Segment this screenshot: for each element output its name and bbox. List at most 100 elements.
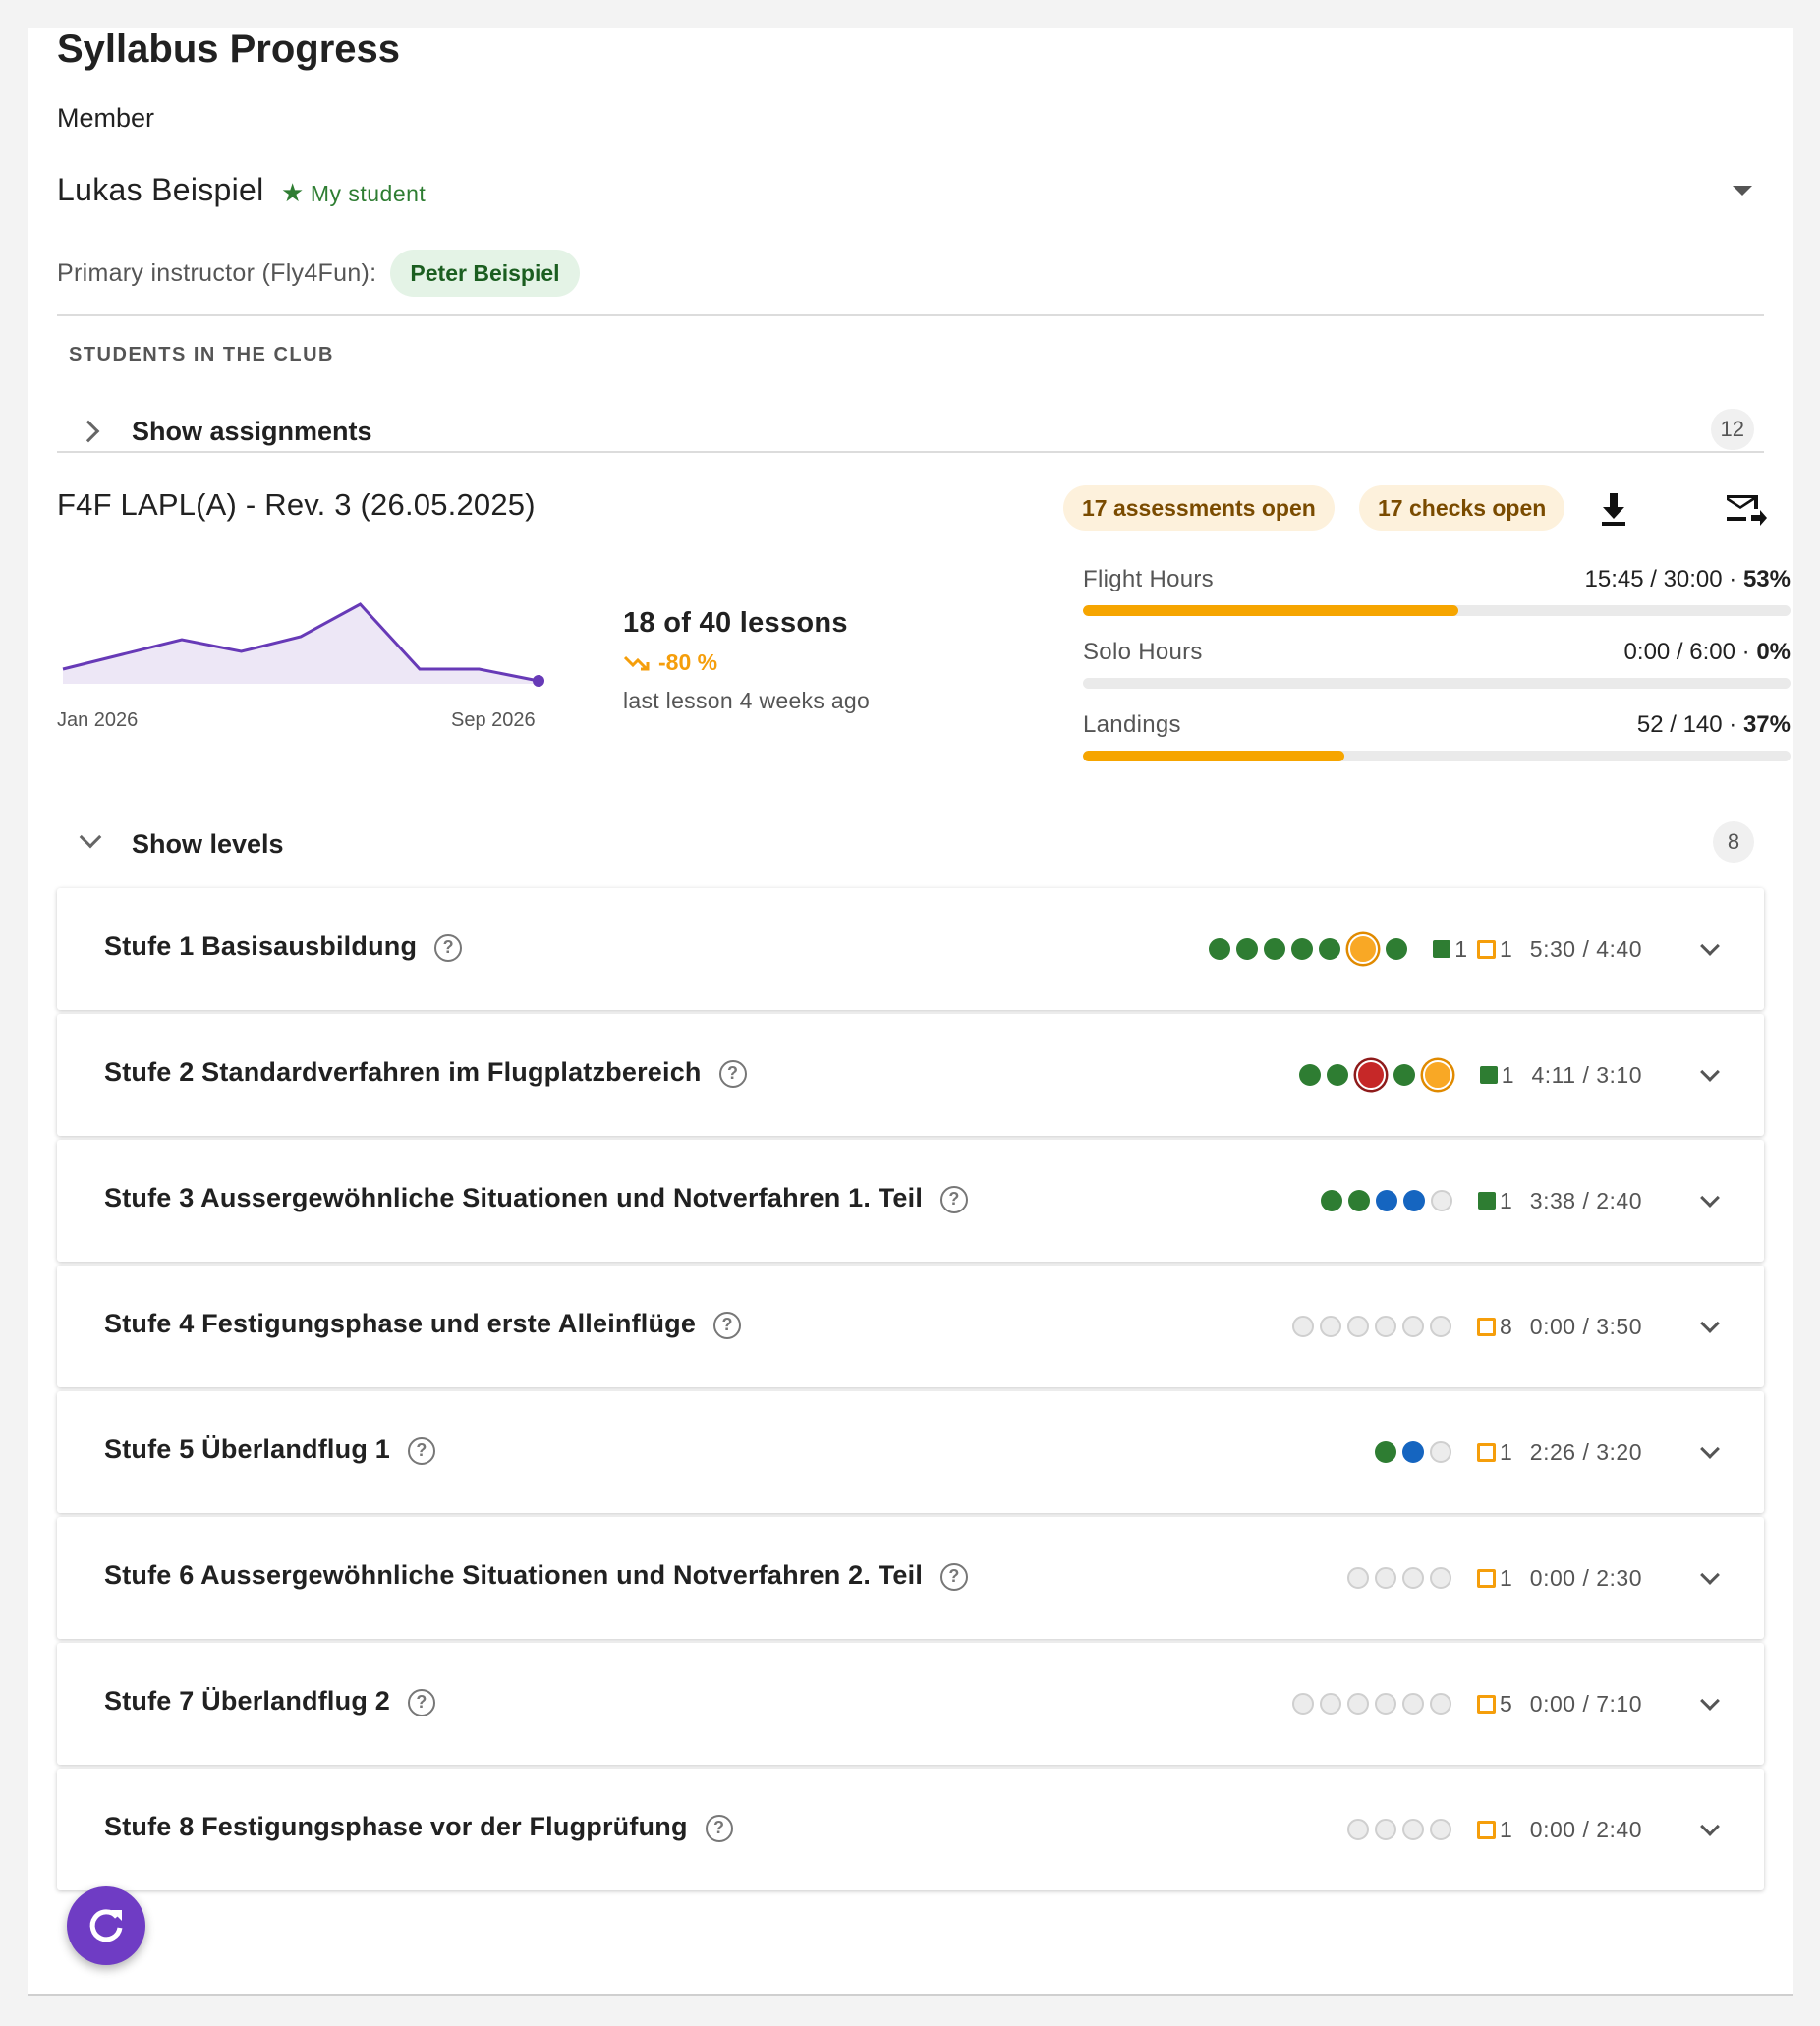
lesson-status-dot bbox=[1347, 1819, 1369, 1840]
lesson-status-dot bbox=[1375, 1693, 1396, 1715]
chevron-down-icon[interactable] bbox=[1700, 1565, 1720, 1585]
chevron-down-icon[interactable] bbox=[1700, 1691, 1720, 1711]
assessments-open-chip[interactable]: 17 assessments open bbox=[1063, 485, 1335, 531]
metric-value: 0:00 / 6:00 · 0% bbox=[1623, 639, 1791, 665]
level-title: Stufe 7 Überlandflug 2? bbox=[104, 1686, 435, 1716]
level-time: 0:00 / 2:40 bbox=[1529, 1816, 1642, 1842]
lesson-status-dot bbox=[1375, 1316, 1396, 1337]
metric-label: Landings bbox=[1083, 711, 1181, 738]
forward-email-icon[interactable] bbox=[1722, 485, 1769, 533]
lesson-status-dot bbox=[1319, 938, 1341, 960]
chevron-down-icon[interactable] bbox=[1700, 936, 1720, 956]
progress-bar bbox=[1083, 605, 1791, 616]
open-check-icon bbox=[1477, 1820, 1496, 1839]
level-row[interactable]: Stufe 6 Aussergewöhnliche Situationen un… bbox=[57, 1517, 1764, 1639]
help-icon[interactable]: ? bbox=[434, 933, 463, 962]
lesson-status-dot bbox=[1403, 1190, 1425, 1211]
help-icon[interactable]: ? bbox=[940, 1562, 969, 1591]
lesson-status-dot bbox=[1298, 1064, 1321, 1086]
level-status: 1 3:38 / 2:40 bbox=[1315, 1181, 1642, 1220]
show-assignments-toggle[interactable]: Show assignments 12 bbox=[57, 407, 1764, 456]
chevron-down-icon[interactable] bbox=[1700, 1062, 1720, 1082]
lesson-status-dot bbox=[1264, 938, 1286, 960]
lesson-status-dot bbox=[1431, 1190, 1452, 1211]
show-levels-toggle[interactable]: Show levels 8 bbox=[57, 819, 1764, 869]
levels-count-badge: 8 bbox=[1713, 821, 1754, 863]
level-title: Stufe 8 Festigungsphase vor der Flugprüf… bbox=[104, 1812, 733, 1842]
instructor-chip[interactable]: Peter Beispiel bbox=[390, 250, 580, 297]
lesson-status-dot bbox=[1402, 1693, 1424, 1715]
dropdown-arrow-icon[interactable] bbox=[1733, 186, 1752, 196]
completed-check-icon bbox=[1433, 940, 1451, 958]
level-title: Stufe 6 Aussergewöhnliche Situationen un… bbox=[104, 1560, 969, 1591]
completed-check-icon bbox=[1479, 1066, 1498, 1084]
help-icon[interactable]: ? bbox=[940, 1185, 969, 1213]
chevron-down-icon[interactable] bbox=[1700, 1314, 1720, 1333]
trending-down-icon bbox=[623, 655, 650, 670]
level-row[interactable]: Stufe 4 Festigungsphase und erste Allein… bbox=[57, 1266, 1764, 1387]
checks-open-chip[interactable]: 17 checks open bbox=[1359, 485, 1565, 531]
level-row[interactable]: Stufe 3 Aussergewöhnliche Situationen un… bbox=[57, 1140, 1764, 1262]
open-check-icon bbox=[1477, 1568, 1496, 1588]
chevron-down-icon[interactable] bbox=[1700, 1188, 1720, 1208]
assignments-count-badge: 12 bbox=[1710, 409, 1754, 450]
level-name: Stufe 8 Festigungsphase vor der Flugprüf… bbox=[104, 1812, 688, 1841]
help-icon[interactable]: ? bbox=[705, 1814, 733, 1842]
metric-label: Flight Hours bbox=[1083, 566, 1214, 592]
lessons-count: 18 of 40 lessons bbox=[623, 607, 848, 639]
lesson-status-dot bbox=[1292, 1693, 1314, 1715]
member-select[interactable]: Lukas Beispiel ★ My student bbox=[57, 142, 1764, 207]
lesson-status-dot bbox=[1375, 1441, 1396, 1463]
completed-count: 1 bbox=[1500, 1187, 1512, 1213]
lesson-sparkline: Jan 2026 Sep 2026 bbox=[57, 588, 568, 735]
chevron-down-icon[interactable] bbox=[1700, 1817, 1720, 1836]
divider bbox=[57, 314, 1764, 316]
level-row[interactable]: Stufe 8 Festigungsphase vor der Flugprüf… bbox=[57, 1769, 1764, 1890]
open-count: 1 bbox=[1500, 1438, 1512, 1465]
refresh-button[interactable] bbox=[67, 1886, 145, 1965]
level-row[interactable]: Stufe 2 Standardverfahren im Flugplatzbe… bbox=[57, 1014, 1764, 1136]
sparkline-area bbox=[63, 604, 539, 684]
help-icon[interactable]: ? bbox=[718, 1059, 747, 1088]
level-status: 1 2:26 / 3:20 bbox=[1369, 1433, 1642, 1472]
level-status: 1 0:00 / 2:30 bbox=[1341, 1558, 1642, 1598]
open-count: 1 bbox=[1500, 1564, 1512, 1591]
help-icon[interactable]: ? bbox=[713, 1311, 742, 1339]
level-status: 5 0:00 / 7:10 bbox=[1286, 1684, 1642, 1723]
level-row[interactable]: Stufe 7 Überlandflug 2? 5 0:00 / 7:10 bbox=[57, 1643, 1764, 1765]
level-title: Stufe 2 Standardverfahren im Flugplatzbe… bbox=[104, 1057, 747, 1088]
lesson-status-dot bbox=[1430, 1819, 1451, 1840]
open-check-icon bbox=[1477, 939, 1496, 959]
help-icon[interactable]: ? bbox=[407, 1436, 435, 1465]
lesson-status-dot bbox=[1236, 938, 1259, 960]
level-title: Stufe 4 Festigungsphase und erste Allein… bbox=[104, 1309, 742, 1339]
lesson-status-dot bbox=[1375, 1819, 1396, 1840]
lesson-status-dot bbox=[1393, 1064, 1415, 1086]
download-icon[interactable] bbox=[1590, 485, 1637, 533]
lesson-status-dot bbox=[1430, 1693, 1451, 1715]
lesson-status-dot bbox=[1422, 1060, 1452, 1090]
member-name: Lukas Beispiel bbox=[57, 172, 264, 207]
lesson-status-dot bbox=[1386, 938, 1408, 960]
level-title: Stufe 3 Aussergewöhnliche Situationen un… bbox=[104, 1183, 969, 1213]
level-time: 3:38 / 2:40 bbox=[1529, 1187, 1642, 1213]
metric-value: 15:45 / 30:00 · 53% bbox=[1584, 566, 1792, 592]
level-row[interactable]: Stufe 5 Überlandflug 1? 1 2:26 / 3:20 bbox=[57, 1391, 1764, 1513]
completed-count: 1 bbox=[1501, 1061, 1514, 1088]
lessons-summary: 18 of 40 lessons -80 % last lesson 4 wee… bbox=[623, 607, 870, 714]
level-row[interactable]: Stufe 1 Basisausbildung? 1 1 5:30 / 4:40 bbox=[57, 888, 1764, 1010]
help-icon[interactable]: ? bbox=[407, 1688, 435, 1716]
lesson-status-dot bbox=[1292, 1316, 1314, 1337]
sparkline-end-label: Sep 2026 bbox=[451, 709, 536, 731]
level-name: Stufe 2 Standardverfahren im Flugplatzbe… bbox=[104, 1057, 702, 1087]
lesson-status-dot bbox=[1291, 938, 1314, 960]
instructor-label: Primary instructor (Fly4Fun): bbox=[57, 258, 377, 287]
divider bbox=[57, 451, 1764, 453]
level-status: 1 4:11 / 3:10 bbox=[1293, 1055, 1642, 1095]
chevron-down-icon[interactable] bbox=[1700, 1439, 1720, 1459]
sparkline-last-point bbox=[533, 675, 544, 687]
lesson-status-dot bbox=[1347, 1693, 1369, 1715]
level-name: Stufe 4 Festigungsphase und erste Allein… bbox=[104, 1309, 697, 1338]
syllabus-progress-card: Syllabus Progress Member Lukas Beispiel … bbox=[28, 28, 1793, 1996]
lesson-status-dot bbox=[1402, 1441, 1424, 1463]
